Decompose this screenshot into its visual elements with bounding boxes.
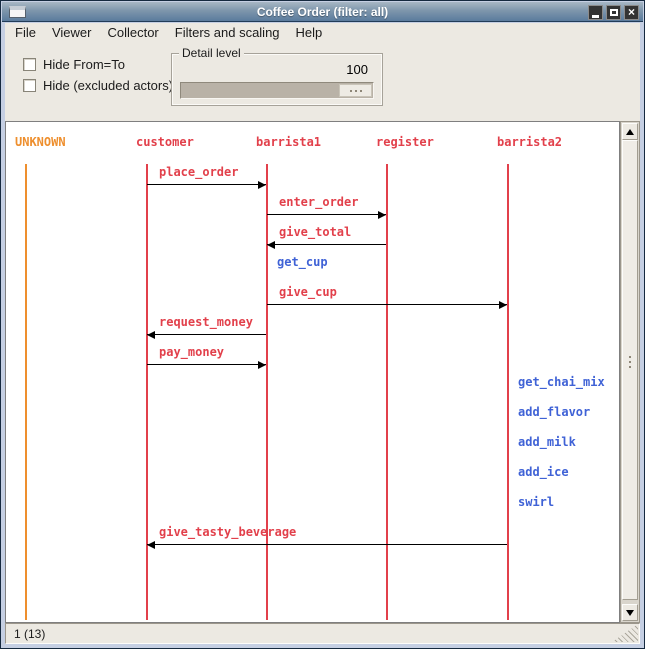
resize-grip[interactable] [612,624,638,642]
action-label-add_flavor[interactable]: add_flavor [518,405,590,419]
checkbox-label: Hide From=To [43,57,125,72]
menu-item-filters-and-scaling[interactable]: Filters and scaling [167,23,288,43]
hide-excluded-actors-checkbox[interactable]: Hide (excluded actors) [23,78,173,93]
message-label-enter_order[interactable]: enter_order [279,195,358,209]
action-label-add_ice[interactable]: add_ice [518,465,569,479]
detail-level-label: Detail level [179,46,244,60]
lifeline-unknown [25,164,27,620]
actor-label-barrista2[interactable]: barrista2 [497,135,562,149]
checkbox-box[interactable] [23,79,36,92]
message-label-pay_money[interactable]: pay_money [159,345,224,359]
actor-label-unknown[interactable]: UNKNOWN [15,135,66,149]
minimize-icon [592,15,599,18]
arrowhead-icon [499,301,507,309]
maximize-button[interactable] [606,5,621,20]
message-arrow-pay_money [147,364,266,365]
message-arrow-enter_order [267,214,386,215]
arrowhead-icon [267,241,275,249]
message-label-place_order[interactable]: place_order [159,165,238,179]
actor-label-customer[interactable]: customer [136,135,194,149]
close-button[interactable]: × [624,5,639,20]
app-window: Coffee Order (filter: all) × FileViewerC… [0,0,645,649]
diagram-area: UNKNOWN customer barrista1 register barrista… [5,121,640,623]
detail-level-slider[interactable] [180,82,374,99]
menu-item-file[interactable]: File [5,23,44,43]
message-arrow-place_order [147,184,266,185]
arrowhead-icon [147,541,155,549]
checkbox-box[interactable] [23,58,36,71]
scroll-up-button[interactable] [622,123,638,140]
hide-from-to-checkbox[interactable]: Hide From=To [23,57,125,72]
titlebar-buttons: × [588,5,639,20]
menu-item-help[interactable]: Help [288,23,331,43]
scrollbar-thumb[interactable] [622,140,638,600]
slider-handle[interactable] [339,84,372,97]
close-icon: × [628,6,635,19]
window-title: Coffee Order (filter: all) [2,2,643,22]
action-label-get_cup[interactable]: get_cup [277,255,328,269]
actor-label-barrista1[interactable]: barrista1 [256,135,321,149]
title-bar[interactable]: Coffee Order (filter: all) × [2,2,643,22]
arrowhead-icon [147,331,155,339]
vertical-scrollbar[interactable] [620,121,640,623]
arrowhead-icon [258,181,266,189]
detail-level-value: 100 [346,62,368,77]
arrowhead-icon [378,211,386,219]
scroll-down-button[interactable] [622,604,638,621]
message-label-give_total[interactable]: give_total [279,225,351,239]
detail-level-group: Detail level 100 [171,53,383,106]
minimize-button[interactable] [588,5,603,20]
status-text: 1 (13) [14,627,45,641]
checkbox-label: Hide (excluded actors) [43,78,173,93]
maximize-icon [610,9,618,16]
message-arrow-request_money [147,334,266,335]
message-arrow-give_tasty_beverage [147,544,507,545]
message-arrow-give_total [267,244,386,245]
menu-bar: FileViewerCollectorFilters and scalingHe… [5,23,640,43]
action-label-get_chai_mix[interactable]: get_chai_mix [518,375,605,389]
message-label-give_tasty_beverage[interactable]: give_tasty_beverage [159,525,296,539]
actor-label-register[interactable]: register [376,135,434,149]
status-bar: 1 (13) [5,623,640,644]
lifeline-barrista2 [507,164,509,620]
lifeline-barrista1 [266,164,268,620]
diagram-canvas[interactable]: UNKNOWN customer barrista1 register barrista… [5,121,620,623]
arrow-down-icon [626,610,634,616]
message-label-request_money[interactable]: request_money [159,315,253,329]
message-arrow-give_cup [267,304,507,305]
menu-item-collector[interactable]: Collector [99,23,166,43]
action-label-add_milk[interactable]: add_milk [518,435,576,449]
controls-panel: Hide From=To Hide (excluded actors) Deta… [5,43,640,121]
arrowhead-icon [258,361,266,369]
message-label-give_cup[interactable]: give_cup [279,285,337,299]
arrow-up-icon [626,129,634,135]
menu-item-viewer[interactable]: Viewer [44,23,100,43]
lifeline-register [386,164,388,620]
action-label-swirl[interactable]: swirl [518,495,554,509]
lifeline-customer [146,164,148,620]
